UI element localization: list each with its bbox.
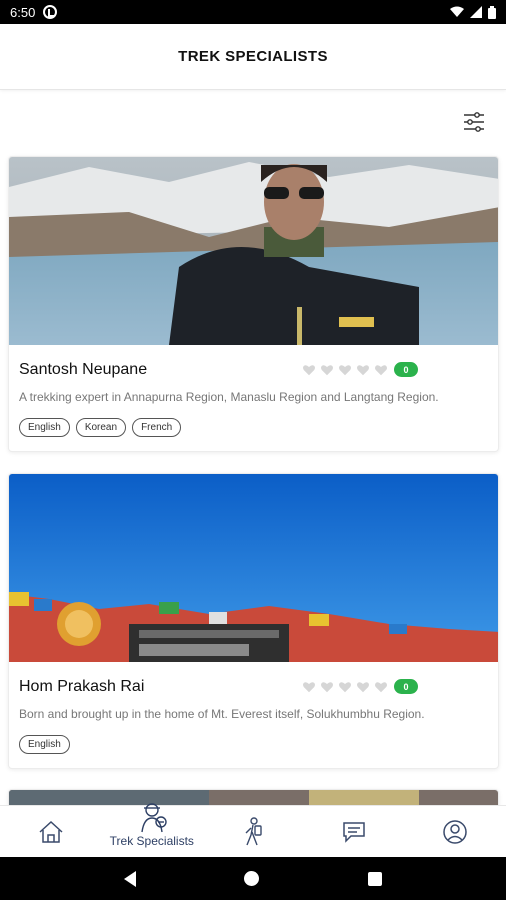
specialist-photo bbox=[9, 157, 498, 345]
rating-count-badge: 0 bbox=[394, 362, 418, 377]
specialist-card[interactable]: Hom Prakash Rai 0 Born and brought up in… bbox=[8, 473, 499, 769]
nav-guide[interactable] bbox=[208, 806, 298, 858]
bottom-nav: Trek Specialists bbox=[0, 802, 506, 858]
status-bar: 6:50 bbox=[0, 0, 506, 24]
heart-icon bbox=[302, 365, 316, 376]
trekker-icon bbox=[141, 802, 167, 832]
status-time: 6:50 bbox=[10, 4, 36, 20]
language-tags: English Korean French bbox=[19, 418, 182, 437]
language-tag: Korean bbox=[75, 418, 127, 437]
specialist-description: A trekking expert in Annapurna Region, M… bbox=[19, 390, 439, 404]
wifi-icon bbox=[450, 6, 464, 17]
nav-trek-specialists[interactable]: Trek Specialists bbox=[107, 802, 197, 858]
language-tag: French bbox=[132, 418, 182, 437]
profile-icon bbox=[443, 819, 468, 844]
heart-icon bbox=[356, 365, 370, 376]
heart-icon bbox=[320, 365, 334, 376]
recents-icon[interactable] bbox=[367, 871, 382, 886]
language-tags: English bbox=[19, 735, 70, 754]
heart-icon bbox=[374, 365, 388, 376]
home-circle-icon[interactable] bbox=[244, 871, 260, 886]
specialist-card[interactable]: Santosh Neupane 0 A trekking expert in A… bbox=[8, 156, 499, 452]
specialist-name: Hom Prakash Rai bbox=[19, 678, 145, 695]
nav-messages[interactable] bbox=[309, 806, 399, 858]
heart-icon bbox=[374, 682, 388, 693]
back-icon[interactable] bbox=[124, 870, 137, 887]
specialist-description: Born and brought up in the home of Mt. E… bbox=[19, 707, 425, 721]
heart-icon bbox=[338, 682, 352, 693]
app-header: TREK SPECIALISTS bbox=[0, 24, 506, 90]
nav-profile[interactable] bbox=[410, 806, 500, 858]
nav-home[interactable] bbox=[6, 806, 96, 858]
nav-label-trek-specialists: Trek Specialists bbox=[109, 833, 194, 848]
home-icon bbox=[39, 820, 63, 843]
system-nav-bar bbox=[0, 857, 506, 900]
rating-hearts bbox=[302, 680, 388, 694]
battery-icon bbox=[488, 5, 496, 19]
signal-icon bbox=[470, 6, 482, 18]
specialist-name: Santosh Neupane bbox=[19, 361, 148, 378]
language-tag: English bbox=[19, 735, 70, 754]
heart-icon bbox=[338, 365, 352, 376]
language-tag: English bbox=[19, 418, 70, 437]
heart-icon bbox=[320, 682, 334, 693]
rating-hearts bbox=[302, 363, 388, 377]
heart-icon bbox=[356, 682, 370, 693]
chat-icon bbox=[343, 821, 365, 843]
hiker-icon bbox=[245, 816, 262, 845]
rating-count-badge: 0 bbox=[394, 679, 418, 694]
heart-icon bbox=[302, 682, 316, 693]
notification-icon bbox=[43, 5, 58, 19]
filter-sliders-icon bbox=[464, 112, 484, 132]
specialist-photo bbox=[9, 474, 498, 662]
filter-button[interactable] bbox=[462, 110, 486, 134]
page-title: TREK SPECIALISTS bbox=[178, 48, 328, 65]
